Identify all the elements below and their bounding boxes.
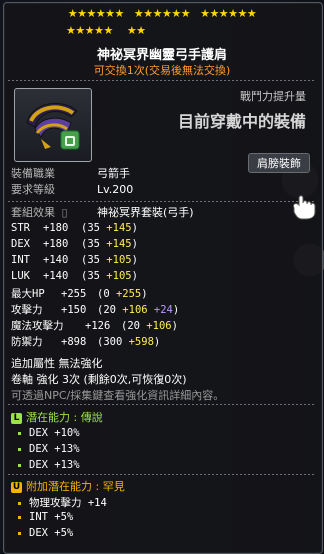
stat-row: STR +180 (35 +145) <box>11 222 138 235</box>
job-row: 裝備職業 弓箭手 <box>11 167 130 180</box>
stat-name: DEX <box>11 238 30 250</box>
star-group: ★★ <box>126 24 146 37</box>
star-group: ★★★★★ <box>66 24 113 37</box>
req-level-value: Lv.200 <box>97 183 134 196</box>
stat-name: 魔法攻擊力 <box>11 320 64 332</box>
stat-close: ) <box>153 336 161 348</box>
stat-base: (300 <box>97 336 129 348</box>
additional-potential-line: DEX +5% <box>18 527 73 539</box>
stat-total: +180 <box>43 238 69 250</box>
stat-bonus: +255 <box>115 288 142 300</box>
req-level-row: 要求等級 Lv.200 <box>11 183 133 196</box>
stat-close: ) <box>141 288 148 300</box>
stat-row: 最大HP +255 (0 +255) <box>11 288 148 301</box>
stat-total: +140 <box>43 254 69 266</box>
divider <box>8 80 316 81</box>
potential-line: DEX +10% <box>18 427 80 439</box>
set-effect-row: 套組效果 ▯ 神祕冥界套裝(弓手) <box>11 206 194 219</box>
job-label: 裝備職業 <box>11 167 55 180</box>
stat-total: +150 <box>61 304 87 316</box>
shoulder-icon <box>26 102 80 150</box>
potential-title: 潛在能力 : 傳說 <box>26 411 103 424</box>
req-level-label: 要求等級 <box>11 183 55 196</box>
stat-bonus: +598 <box>128 336 154 348</box>
star-force-row-2: ★★★★★ ★★ <box>66 25 146 37</box>
stat-row: 魔法攻擊力 +126 (20 +106) <box>11 320 178 333</box>
stat-close: ) <box>172 304 180 316</box>
stat-close: ) <box>131 254 138 266</box>
stat-row: LUK +140 (35 +105) <box>11 270 138 283</box>
item-name: 神祕冥界幽靈弓手護肩 <box>96 48 227 63</box>
job-value: 弓箭手 <box>97 167 130 180</box>
stat-row: DEX +180 (35 +145) <box>11 238 138 251</box>
stat-close: ) <box>131 222 138 234</box>
stat-close: ) <box>131 270 138 282</box>
set-effect-label: 套組效果 <box>11 206 55 219</box>
stat-row: 攻擊力 +150 (20 +106 +24) <box>11 304 179 317</box>
stat-close: ) <box>171 320 178 332</box>
additional-potential-line: 物理攻擊力 +14 <box>18 495 107 510</box>
star-force-row-1: ★★★★★★ ★★★★★★ ★★★★★★ <box>0 8 324 20</box>
stat-total: +126 <box>85 320 111 332</box>
additional-potential-line: INT +5% <box>18 511 73 523</box>
potential-line: DEX +13% <box>18 459 80 471</box>
stat-bonus: +105 <box>106 254 132 266</box>
stat-base: (0 <box>97 288 116 300</box>
stat-close: ) <box>131 238 138 250</box>
unique-badge-icon: U <box>11 481 22 493</box>
hand-cursor-icon <box>290 194 318 223</box>
stat-name: INT <box>11 254 30 266</box>
stat-base: (35 <box>81 254 107 266</box>
additional-potential-header: U 附加潛在能力 : 罕見 <box>11 478 125 494</box>
potential-line: DEX +13% <box>18 443 80 455</box>
stat-base: (35 <box>81 222 107 234</box>
divider <box>8 404 316 405</box>
stat-name: STR <box>11 222 30 234</box>
stat-name: 攻擊力 <box>11 304 43 316</box>
scroll-upgrade: 卷軸 強化 3次 (剩餘0次,可恢復0次) <box>11 373 187 386</box>
divider <box>8 474 316 475</box>
additional-potential-title: 附加潛在能力 : 罕見 <box>26 480 125 493</box>
stat-bonus: +145 <box>106 222 132 234</box>
combat-power-label: 戰鬥力提升量 <box>240 90 306 103</box>
stat-name: LUK <box>11 270 30 282</box>
item-icon-frame <box>14 88 92 162</box>
stat-base: (20 <box>97 304 123 316</box>
stat-name: 防禦力 <box>11 336 43 348</box>
additional-attr: 追加屬性 無法強化 <box>11 357 103 370</box>
stat-bonus: +106 <box>146 320 172 332</box>
lock-icon: ▯ <box>61 206 68 219</box>
stat-row: INT +140 (35 +105) <box>11 254 138 267</box>
set-effect-value: 神祕冥界套裝(弓手) <box>97 206 194 219</box>
stat-name: 最大HP <box>11 288 45 300</box>
stat-total: +255 <box>61 288 87 300</box>
potential-header: L 潛在能力 : 傳說 <box>11 409 103 425</box>
stat-total: +140 <box>43 270 69 282</box>
star-group: ★★★★★★ <box>133 7 191 20</box>
stat-bonus: +105 <box>106 270 132 282</box>
divider <box>8 201 316 202</box>
stat-base: (20 <box>121 320 147 332</box>
stat-row: 防禦力 +898 (300 +598) <box>11 336 160 349</box>
stat-base: (35 <box>81 270 107 282</box>
combat-power-value: 目前穿戴中的裝備 <box>177 112 306 131</box>
stat-total: +180 <box>43 222 69 234</box>
stat-extra: +24 <box>147 304 173 316</box>
star-group: ★★★★★★ <box>67 7 125 20</box>
trade-status: 可交換1次(交易後無法交換) <box>93 64 231 77</box>
legendary-badge-icon: L <box>11 412 22 424</box>
stat-bonus: +106 <box>122 304 148 316</box>
upgrade-hint: 可透過NPC/採集鍵查看強化資訊詳細內容。 <box>11 389 225 402</box>
stat-total: +898 <box>61 336 87 348</box>
equip-type-badge: 肩膀裝飾 <box>248 153 310 173</box>
stat-bonus: +145 <box>106 238 132 250</box>
stat-base: (35 <box>81 238 107 250</box>
star-group: ★★★★★★ <box>200 7 257 20</box>
